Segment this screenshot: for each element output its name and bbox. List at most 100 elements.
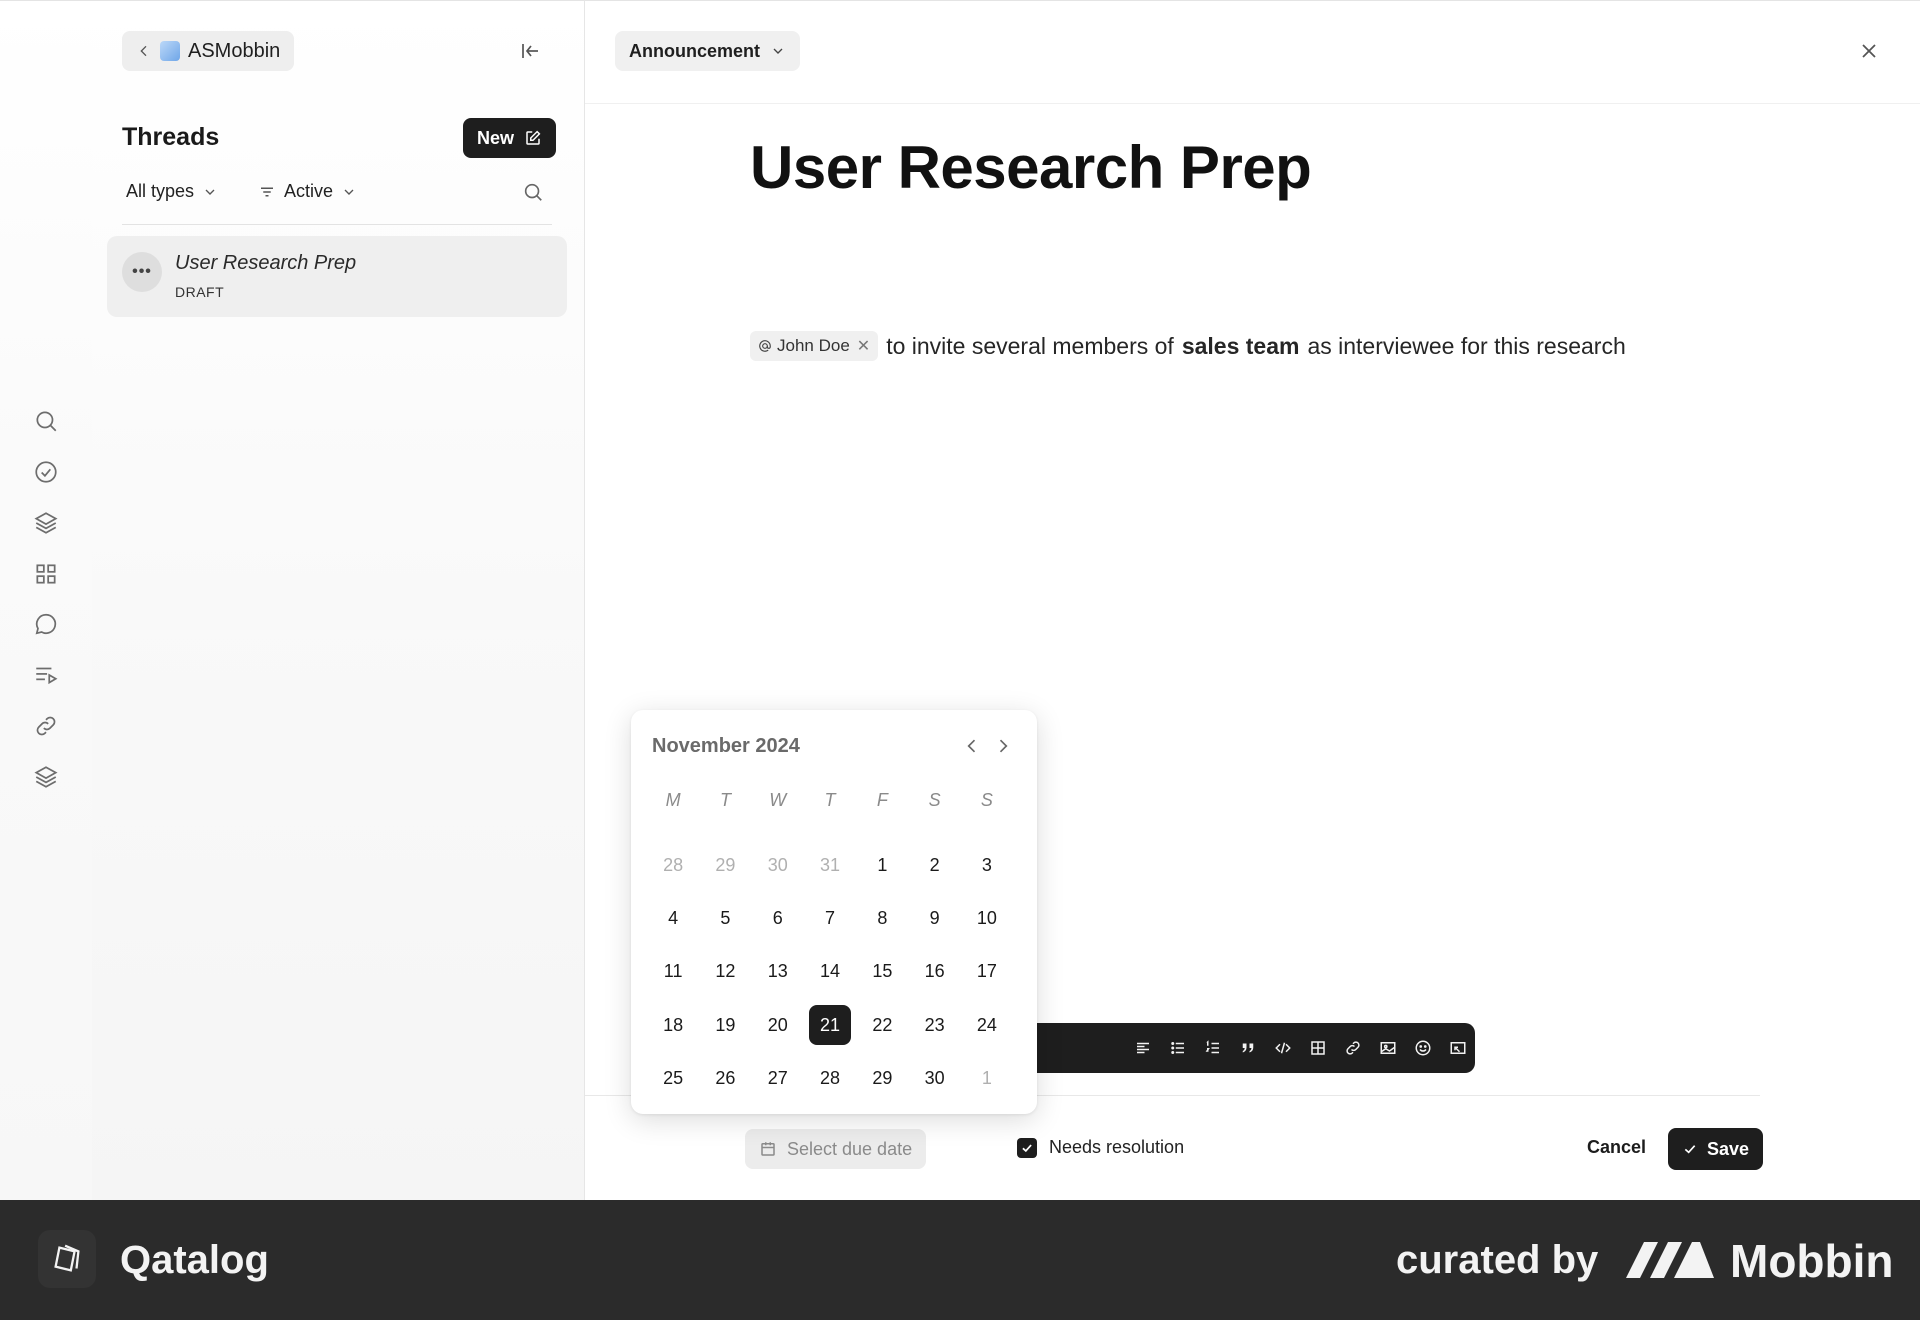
calendar-day[interactable]: 6	[752, 892, 804, 945]
grid-icon[interactable]	[33, 561, 59, 587]
calendar-day[interactable]: 9	[908, 892, 960, 945]
body-text: as interviewee for this research	[1307, 332, 1626, 359]
thread-title: User Research Prep	[175, 252, 357, 274]
collapse-sidebar-icon[interactable]	[518, 39, 542, 63]
calendar-day-number: 24	[976, 1014, 997, 1035]
stack-icon[interactable]	[33, 764, 59, 790]
calendar-day[interactable]: 30	[908, 1052, 960, 1105]
calendar-day[interactable]: 1	[856, 838, 908, 891]
link-icon[interactable]	[1335, 1023, 1370, 1073]
type-filter-dropdown[interactable]: All types	[126, 181, 218, 202]
calendar-day[interactable]: 10	[961, 892, 1013, 945]
calendar-day[interactable]: 30	[752, 838, 804, 891]
list-play-icon[interactable]	[33, 662, 59, 688]
document-title[interactable]: User Research Prep	[750, 133, 1312, 202]
calendar-day-number: 17	[976, 961, 997, 982]
calendar-day[interactable]: 29	[699, 838, 751, 891]
mention-chip[interactable]: John Doe ✕	[750, 331, 879, 361]
close-icon[interactable]	[1857, 39, 1881, 63]
divider	[585, 103, 1920, 104]
previous-month-icon[interactable]	[962, 736, 982, 756]
emoji-icon[interactable]	[1405, 1023, 1440, 1073]
search-threads-icon[interactable]	[522, 181, 546, 205]
calendar-day[interactable]: 25	[647, 1052, 699, 1105]
workspace-name: ASMobbin	[188, 39, 281, 62]
workspace-logo	[160, 41, 180, 61]
needs-resolution-checkbox[interactable]	[1017, 1137, 1037, 1158]
check-circle-icon[interactable]	[33, 459, 59, 485]
link-icon[interactable]	[33, 713, 59, 739]
align-left-icon[interactable]	[1125, 1023, 1160, 1073]
calendar-day-number: 16	[924, 961, 945, 982]
calendar-day[interactable]: 27	[752, 1052, 804, 1105]
calendar-day[interactable]: 28	[804, 1052, 856, 1105]
calendar-day-number: 30	[924, 1068, 945, 1089]
calendar-day-number: 29	[715, 854, 736, 875]
calendar-day[interactable]: 4	[647, 892, 699, 945]
calendar-day[interactable]: 13	[752, 945, 804, 998]
select-due-date-button[interactable]: Select due date	[745, 1129, 927, 1169]
quote-icon[interactable]	[1230, 1023, 1265, 1073]
search-icon[interactable]	[33, 408, 59, 434]
calendar-day[interactable]: 28	[647, 838, 699, 891]
layers-icon[interactable]	[33, 510, 59, 536]
calendar-day[interactable]: 16	[908, 945, 960, 998]
calendar-day[interactable]: 26	[699, 1052, 751, 1105]
embed-icon[interactable]	[1440, 1023, 1475, 1073]
calendar-day-number: 7	[825, 907, 836, 928]
filter-icon	[261, 187, 273, 196]
calendar-day[interactable]: 1	[961, 1052, 1013, 1105]
calendar-day[interactable]: 12	[699, 945, 751, 998]
calendar-weekday: S	[928, 789, 941, 810]
calendar-day[interactable]: 22	[856, 999, 908, 1052]
status-filter-label: Active	[284, 181, 334, 201]
status-filter-dropdown[interactable]: Active	[258, 181, 357, 202]
calendar-day[interactable]: 17	[961, 945, 1013, 998]
calendar-day[interactable]: 7	[804, 892, 856, 945]
calendar-day-number: 6	[772, 907, 783, 928]
curated-by-text: curated by	[1396, 1238, 1599, 1282]
threads-panel: ASMobbin Threads New All types Active ••…	[92, 0, 585, 1200]
calendar-day-number: 1	[877, 854, 888, 875]
calendar-day-number: 21	[809, 1005, 852, 1046]
calendar-day[interactable]: 11	[647, 945, 699, 998]
calendar-day-selected[interactable]: 21	[804, 999, 856, 1052]
calendar-month-label: November 2024	[652, 735, 800, 757]
next-month-icon[interactable]	[993, 736, 1013, 756]
calendar-day[interactable]: 23	[908, 999, 960, 1052]
calendar-day[interactable]: 15	[856, 945, 908, 998]
chevron-down-icon	[344, 189, 354, 195]
calendar-day-number: 20	[767, 1014, 788, 1035]
calendar-day[interactable]: 8	[856, 892, 908, 945]
calendar-day[interactable]: 2	[908, 838, 960, 891]
table-icon[interactable]	[1300, 1023, 1335, 1073]
calendar-day[interactable]: 20	[752, 999, 804, 1052]
calendar-day[interactable]: 29	[856, 1052, 908, 1105]
calendar-day[interactable]: 24	[961, 999, 1013, 1052]
thread-list-item[interactable]: ••• User Research Prep DRAFT	[107, 236, 567, 317]
calendar-day-number: 27	[767, 1068, 788, 1089]
calendar-day[interactable]: 31	[804, 838, 856, 891]
remove-mention-icon[interactable]: ✕	[857, 336, 870, 356]
cancel-button[interactable]: Cancel	[1587, 1137, 1646, 1158]
numbered-list-icon[interactable]	[1195, 1023, 1230, 1073]
calendar-day[interactable]: 5	[699, 892, 751, 945]
new-thread-button[interactable]: New	[463, 118, 557, 158]
calendar-day[interactable]: 19	[699, 999, 751, 1052]
calendar-day-number: 5	[720, 907, 731, 928]
workspace-switcher[interactable]: ASMobbin	[122, 31, 295, 71]
code-icon[interactable]	[1265, 1023, 1300, 1073]
image-icon[interactable]	[1370, 1023, 1405, 1073]
thread-type-dropdown[interactable]: Announcement	[615, 31, 801, 71]
document-body[interactable]: John Doe ✕ to invite several members of …	[750, 331, 1626, 361]
calendar-day-number: 15	[872, 961, 893, 982]
calendar-icon	[761, 1142, 775, 1156]
bullet-list-icon[interactable]	[1160, 1023, 1195, 1073]
calendar-day[interactable]: 3	[961, 838, 1013, 891]
calendar-day-number: 11	[663, 961, 683, 982]
save-button[interactable]: Save	[1668, 1128, 1764, 1170]
chat-bubble-icon[interactable]	[33, 611, 59, 637]
calendar-day[interactable]: 14	[804, 945, 856, 998]
needs-resolution-toggle[interactable]: Needs resolution	[1017, 1137, 1184, 1158]
calendar-day[interactable]: 18	[647, 999, 699, 1052]
